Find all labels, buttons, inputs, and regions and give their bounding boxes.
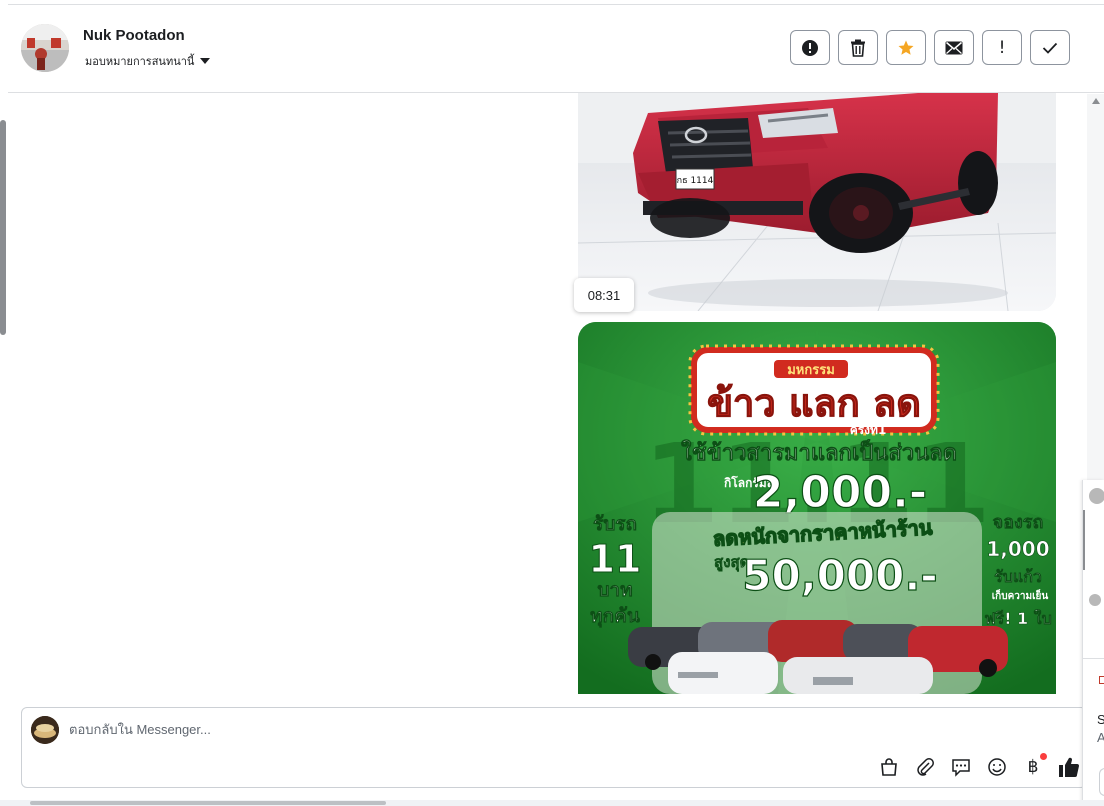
exclamation-icon: ! <box>998 37 1006 58</box>
edge-avatar-1[interactable] <box>1089 488 1104 504</box>
alert-circle-icon <box>802 39 818 56</box>
side-panel-edge: S A <box>1082 480 1104 806</box>
shop-bag-button[interactable] <box>877 755 901 779</box>
envelope-icon <box>945 41 963 54</box>
saved-replies-button[interactable] <box>949 755 973 779</box>
edge-divider <box>1083 658 1104 659</box>
mark-unread-button[interactable] <box>934 30 974 65</box>
paperclip-icon <box>917 758 934 776</box>
star-icon <box>898 40 914 55</box>
emoji-button[interactable] <box>985 755 1009 779</box>
caret-down-icon <box>200 58 211 64</box>
promo-right-4: เก็บความเย็น <box>992 588 1049 602</box>
scroll-up-arrow-icon[interactable] <box>1092 98 1100 104</box>
horizontal-scroll-thumb[interactable] <box>30 801 386 805</box>
contact-avatar[interactable] <box>21 24 69 72</box>
promo-right-1: จองรถ <box>993 512 1044 533</box>
emoji-icon <box>988 758 1006 776</box>
promo-max-value: 50,000.- <box>742 551 937 600</box>
promo-edition: ครั้งที่1 <box>850 420 887 437</box>
promo-left-2: 11 <box>589 537 642 581</box>
payment-button[interactable]: ฿ <box>1021 753 1047 779</box>
star-button[interactable] <box>886 30 926 65</box>
delete-button[interactable] <box>838 30 878 65</box>
promo-right-3: รับแก้ว <box>994 567 1042 586</box>
license-plate: กธ 1114 <box>677 176 714 186</box>
promo-price-per-kg: 2,000.- <box>753 467 927 518</box>
truck-photo-message[interactable]: กธ 1114 <box>578 93 1056 311</box>
like-icon <box>1059 757 1079 777</box>
important-button[interactable]: ! <box>982 30 1022 65</box>
conversation-toolbar: ! <box>790 30 1070 65</box>
edge-letter-a: A <box>1097 730 1104 745</box>
left-scrollbar[interactable] <box>0 120 6 335</box>
report-button[interactable] <box>790 30 830 65</box>
contact-name[interactable]: Nuk Pootadon <box>83 27 185 44</box>
saved-reply-icon <box>952 759 970 777</box>
assign-conversation-dropdown[interactable]: มอบหมายการสนทนานี้ <box>85 52 211 70</box>
promo-image-message[interactable]: 11.11 มหกรรม ข้าว แลก ลด ครั้งที่1 ใช้ข้… <box>578 322 1056 694</box>
promo-left-1: รับรถ <box>593 513 637 535</box>
assign-label: มอบหมายการสนทนานี้ <box>85 56 195 68</box>
page-avatar <box>31 716 59 744</box>
edge-letter-s: S <box>1097 712 1104 727</box>
bag-icon <box>881 758 897 776</box>
edge-small-icon <box>1099 676 1104 684</box>
edge-avatar-2[interactable] <box>1089 594 1101 606</box>
promo-right-5: ฟรี! 1 ใบ <box>984 609 1051 628</box>
attach-button[interactable] <box>913 755 937 779</box>
promo-small-title: มหกรรม <box>787 363 835 378</box>
edge-scroll <box>1083 510 1085 570</box>
promo-right-2: 1,000 <box>986 537 1049 561</box>
promo-big-title: ข้าว แลก ลด <box>707 381 921 425</box>
reply-tools: ฿ <box>877 753 1081 779</box>
promo-line1: ใช้ข้าวสารมาแลกเป็นส่วนลด <box>681 438 957 466</box>
notification-dot <box>1040 753 1047 760</box>
trash-icon <box>851 39 865 57</box>
baht-icon: ฿ <box>1027 757 1039 777</box>
done-button[interactable] <box>1030 30 1070 65</box>
promo-left-3: บาท <box>597 579 632 601</box>
like-button[interactable] <box>1057 755 1081 779</box>
check-icon <box>1042 42 1058 54</box>
reply-composer: ฿ <box>21 707 1087 788</box>
reply-input[interactable] <box>69 722 969 737</box>
conversation-header: Nuk Pootadon มอบหมายการสนทนานี้ ! <box>8 5 1104 93</box>
promo-left-4: ทุกคัน <box>590 605 640 628</box>
message-timestamp: 08:31 <box>574 278 634 312</box>
edge-box <box>1099 768 1104 796</box>
